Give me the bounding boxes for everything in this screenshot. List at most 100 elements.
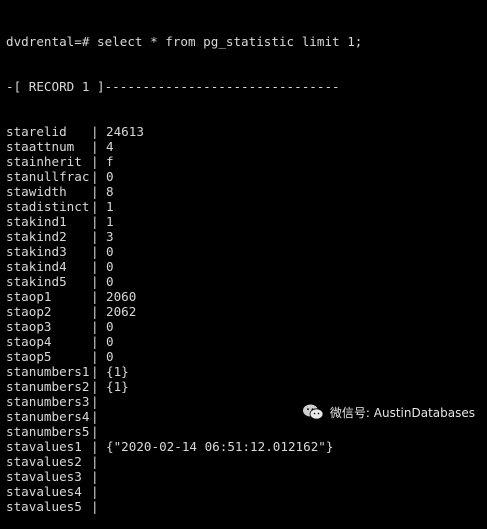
field-name: starelid [6, 124, 67, 139]
column-separator: | [91, 169, 99, 184]
column-separator: | [91, 439, 99, 454]
record-row: staop1 | 2060 [6, 289, 487, 304]
record-row: stanumbers5 | [6, 424, 487, 439]
column-separator: | [91, 424, 99, 439]
column-separator: | [91, 124, 99, 139]
column-separator: | [91, 454, 99, 469]
field-value: {1} [106, 379, 129, 394]
field-name: stavalues1 [6, 439, 82, 454]
field-name: stakind3 [6, 244, 67, 259]
record-row: staop5 | 0 [6, 349, 487, 364]
field-name: stanumbers4 [6, 409, 90, 424]
column-separator: | [91, 499, 99, 514]
field-value: 2062 [106, 304, 137, 319]
field-name: stavalues4 [6, 484, 82, 499]
record-row: stanumbers2 | {1} [6, 379, 487, 394]
record-row: stakind2 | 3 [6, 229, 487, 244]
field-name: stakind4 [6, 259, 67, 274]
column-separator: | [91, 259, 99, 274]
field-name: staop2 [6, 304, 52, 319]
field-name: stainherit [6, 154, 82, 169]
column-separator: | [91, 214, 99, 229]
field-name: staop5 [6, 349, 52, 364]
record-row: stainherit | f [6, 154, 487, 169]
field-name: stavalues5 [6, 499, 82, 514]
field-value: f [106, 154, 114, 169]
record-row: stakind3 | 0 [6, 244, 487, 259]
field-value: 0 [106, 244, 114, 259]
column-separator: | [91, 484, 99, 499]
field-name: staattnum [6, 139, 75, 154]
field-value: 1 [106, 199, 114, 214]
record-row: starelid | 24613 [6, 124, 487, 139]
field-value: 0 [106, 334, 114, 349]
column-separator: | [91, 184, 99, 199]
command-line: dvdrental=# select * from pg_statistic l… [6, 34, 487, 49]
record-row: stavalues2 | [6, 454, 487, 469]
field-value: 1 [106, 214, 114, 229]
field-name: staop3 [6, 319, 52, 334]
column-separator: | [91, 469, 99, 484]
field-value: 0 [106, 274, 114, 289]
record-row: stadistinct | 1 [6, 199, 487, 214]
field-value: 4 [106, 139, 114, 154]
column-separator: | [91, 334, 99, 349]
command-text: select * from pg_statistic limit 1; [97, 34, 363, 49]
field-value: 24613 [106, 124, 144, 139]
field-value: {1} [106, 364, 129, 379]
column-separator: | [91, 229, 99, 244]
field-name: stawidth [6, 184, 67, 199]
record-row: staattnum | 4 [6, 139, 487, 154]
column-separator: | [91, 274, 99, 289]
field-value: 3 [106, 229, 114, 244]
field-name: stavalues3 [6, 469, 82, 484]
record-row: stavalues1 | {"2020-02-14 06:51:12.012162"… [6, 439, 487, 454]
field-name: stanullfrac [6, 169, 90, 184]
record-rows: starelid | 24613 staattnum | 4 stainherit | f sta… [6, 124, 487, 514]
field-value: 0 [106, 259, 114, 274]
record-row: stawidth | 8 [6, 184, 487, 199]
field-value: 8 [106, 184, 114, 199]
field-name: stavalues2 [6, 454, 82, 469]
column-separator: | [91, 394, 99, 409]
field-value: {"2020-02-14 06:51:12.012162"} [106, 439, 334, 454]
record-row: stakind4 | 0 [6, 259, 487, 274]
column-separator: | [91, 154, 99, 169]
field-value: 0 [106, 169, 114, 184]
record-header: -[ RECORD 1 ]---------------------------… [6, 79, 340, 94]
column-separator: | [91, 409, 99, 424]
field-name: staop1 [6, 289, 52, 304]
wechat-icon [302, 404, 324, 420]
record-row: staop2 | 2062 [6, 304, 487, 319]
field-value: 0 [106, 349, 114, 364]
watermark-text: 微信号: AustinDatabases [329, 405, 475, 420]
field-name: stanumbers5 [6, 424, 90, 439]
record-row: stavalues4 | [6, 484, 487, 499]
watermark: 微信号: AustinDatabases [302, 403, 475, 421]
prompt: dvdrental=# [6, 34, 97, 49]
field-name: stakind2 [6, 229, 67, 244]
column-separator: | [91, 244, 99, 259]
column-separator: | [91, 379, 99, 394]
field-value: 0 [106, 319, 114, 334]
field-name: stadistinct [6, 199, 90, 214]
column-separator: | [91, 349, 99, 364]
column-separator: | [91, 319, 99, 334]
field-name: stanumbers3 [6, 394, 90, 409]
record-row: stavalues5 | [6, 499, 487, 514]
record-row: stanumbers1 | {1} [6, 364, 487, 379]
terminal-window[interactable]: dvdrental=# select * from pg_statistic l… [0, 0, 487, 514]
record-row: staop3 | 0 [6, 319, 487, 334]
field-name: stanumbers2 [6, 379, 90, 394]
column-separator: | [91, 139, 99, 154]
field-name: stakind5 [6, 274, 67, 289]
field-name: stakind1 [6, 214, 67, 229]
field-name: stanumbers1 [6, 364, 90, 379]
record-row: stavalues3 | [6, 469, 487, 484]
record-row: stanullfrac | 0 [6, 169, 487, 184]
record-row: stakind5 | 0 [6, 274, 487, 289]
field-name: staop4 [6, 334, 52, 349]
field-value: 2060 [106, 289, 137, 304]
column-separator: | [91, 199, 99, 214]
column-separator: | [91, 304, 99, 319]
